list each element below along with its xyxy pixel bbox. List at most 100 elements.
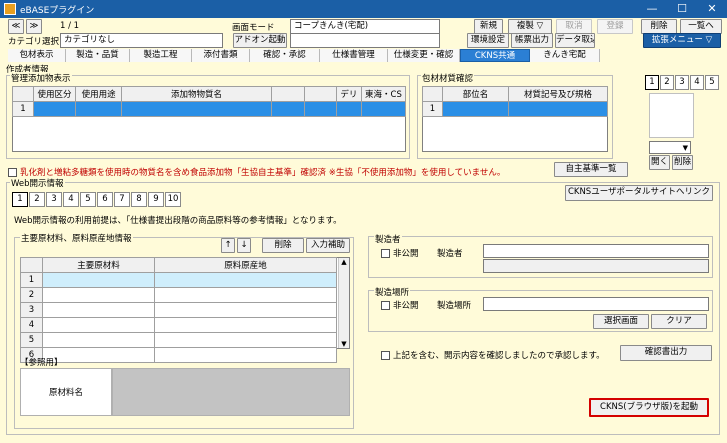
place-clear-button[interactable]: クリア <box>651 314 707 329</box>
cell[interactable] <box>442 101 509 117</box>
row-header-corner <box>422 86 443 102</box>
packaging-page-4[interactable]: 4 <box>690 75 704 90</box>
data-import-button[interactable]: データ取込 <box>555 33 595 48</box>
cell[interactable] <box>42 287 155 303</box>
packaging-page-3[interactable]: 3 <box>675 75 689 90</box>
screen-mode-select[interactable]: コープきんき(宅配) <box>290 19 440 34</box>
materials-scrollbar[interactable]: ▲ ▼ <box>338 258 349 348</box>
manufacturer-code-field[interactable] <box>483 244 709 258</box>
tab-1[interactable]: 包材表示 <box>8 49 66 62</box>
cell[interactable] <box>508 101 608 117</box>
tab-6[interactable]: 仕様書管理 <box>320 49 388 62</box>
cell[interactable] <box>154 332 337 348</box>
new-button[interactable]: 新規 <box>474 19 503 34</box>
manufacturer-private-checkbox[interactable]: 非公開 <box>381 247 419 259</box>
packaging-open-button[interactable]: 開く <box>649 155 670 170</box>
checkbox-icon[interactable] <box>381 249 390 258</box>
table-row[interactable]: 2 <box>20 287 337 303</box>
web-page-9[interactable]: 9 <box>148 192 164 207</box>
packaging-image-box[interactable] <box>649 93 694 138</box>
move-up-button[interactable]: ↑ <box>221 238 235 253</box>
cell[interactable] <box>304 101 337 117</box>
checkbox-icon[interactable] <box>381 301 390 310</box>
table-row[interactable]: 5 <box>20 332 337 348</box>
category-select[interactable]: カテゴリなし <box>60 33 223 48</box>
cell[interactable] <box>154 317 337 333</box>
scroll-down-icon[interactable]: ▼ <box>339 340 349 348</box>
place-private-checkbox[interactable]: 非公開 <box>381 299 419 311</box>
cell[interactable] <box>154 302 337 318</box>
minimize-button[interactable]: — <box>637 0 667 18</box>
cell[interactable] <box>75 101 123 117</box>
web-page-7[interactable]: 7 <box>114 192 130 207</box>
approval-checkbox[interactable]: 上記を含む、開示内容を確認しましたので承認します。 <box>381 349 605 361</box>
tab-9[interactable]: きんき宅配 <box>530 49 600 62</box>
register-button[interactable]: 登録 <box>597 19 633 34</box>
cell[interactable] <box>154 272 337 288</box>
table-row[interactable]: 6 <box>20 347 337 363</box>
addon-select[interactable] <box>290 33 440 48</box>
cell[interactable] <box>33 101 77 117</box>
packaging-page-5[interactable]: 5 <box>705 75 719 90</box>
next-record-button[interactable]: ≫ <box>26 19 42 34</box>
web-page-5[interactable]: 5 <box>80 192 96 207</box>
addon-launch-button[interactable]: アドオン起動 <box>233 33 287 48</box>
materials-title: 主要原材料、原料原産地情報 <box>20 232 133 244</box>
checkbox-icon[interactable] <box>381 351 390 360</box>
cell[interactable] <box>154 287 337 303</box>
packaging-delete-button[interactable]: 削除 <box>672 155 693 170</box>
close-button[interactable]: ✕ <box>697 0 727 18</box>
cancel-button[interactable]: 取消 <box>556 19 592 34</box>
cell[interactable] <box>42 332 155 348</box>
packaging-page-1[interactable]: 1 <box>645 75 659 90</box>
copy-button[interactable]: 複製 ▽ <box>508 19 552 34</box>
tab-8[interactable]: CKNS共通 <box>460 49 530 62</box>
web-page-6[interactable]: 6 <box>97 192 113 207</box>
packaging-page-2[interactable]: 2 <box>660 75 674 90</box>
confirm-output-button[interactable]: 確認書出力 <box>620 345 712 361</box>
report-output-button[interactable]: 帳票出力 <box>511 33 553 48</box>
tab-4[interactable]: 添付書類 <box>192 49 250 62</box>
place-field[interactable] <box>483 297 709 311</box>
web-page-3[interactable]: 3 <box>46 192 62 207</box>
place-select-button[interactable]: 選択画面 <box>593 314 649 329</box>
materials-delete-button[interactable]: 削除 <box>262 238 304 253</box>
tab-2[interactable]: 製造・品質 <box>66 49 130 62</box>
cell[interactable] <box>42 272 155 288</box>
table-row[interactable]: 3 <box>20 302 337 318</box>
cell[interactable] <box>270 101 306 117</box>
table-row[interactable]: 1 <box>11 101 407 117</box>
delete-record-button[interactable]: 削除 <box>641 19 677 34</box>
extension-menu-button[interactable]: 拡張メニュー ▽ <box>643 33 721 48</box>
env-settings-button[interactable]: 環境設定 <box>467 33 509 48</box>
cell[interactable] <box>335 101 362 117</box>
web-page-4[interactable]: 4 <box>63 192 79 207</box>
cell[interactable] <box>42 317 155 333</box>
cell[interactable] <box>42 302 155 318</box>
tab-7[interactable]: 仕様変更・確認 <box>388 49 460 62</box>
prev-record-button[interactable]: ≪ <box>8 19 24 34</box>
table-row[interactable]: 4 <box>20 317 337 333</box>
maximize-button[interactable]: ☐ <box>667 0 697 18</box>
table-row[interactable]: 1 <box>20 272 337 288</box>
tab-3[interactable]: 製造工程 <box>130 49 192 62</box>
packaging-image-select[interactable]: ▼ <box>649 141 691 154</box>
web-page-1[interactable]: 1 <box>12 192 28 207</box>
cell[interactable] <box>360 101 407 117</box>
web-page-2[interactable]: 2 <box>29 192 45 207</box>
list-button[interactable]: 一覧へ <box>680 19 722 34</box>
input-assist-button[interactable]: 入力補助 <box>306 238 350 253</box>
standard-list-button[interactable]: 自主基準一覧 <box>554 162 628 177</box>
tab-5[interactable]: 確認・承認 <box>250 49 320 62</box>
scroll-up-icon[interactable]: ▲ <box>339 258 349 266</box>
portal-link-button[interactable]: CKNSユーザポータルサイトへリンク <box>565 185 713 201</box>
web-page-8[interactable]: 8 <box>131 192 147 207</box>
web-page-10[interactable]: 10 <box>165 192 181 207</box>
move-down-button[interactable]: ↓ <box>237 238 251 253</box>
row-number: 5 <box>20 332 43 348</box>
notice-checkbox[interactable] <box>8 168 17 177</box>
table-row[interactable]: 1 <box>422 101 608 117</box>
cell[interactable] <box>154 347 337 363</box>
launch-ckns-browser-button[interactable]: CKNS(ブラウザ版)を起動 <box>589 398 709 417</box>
cell[interactable] <box>121 101 272 117</box>
